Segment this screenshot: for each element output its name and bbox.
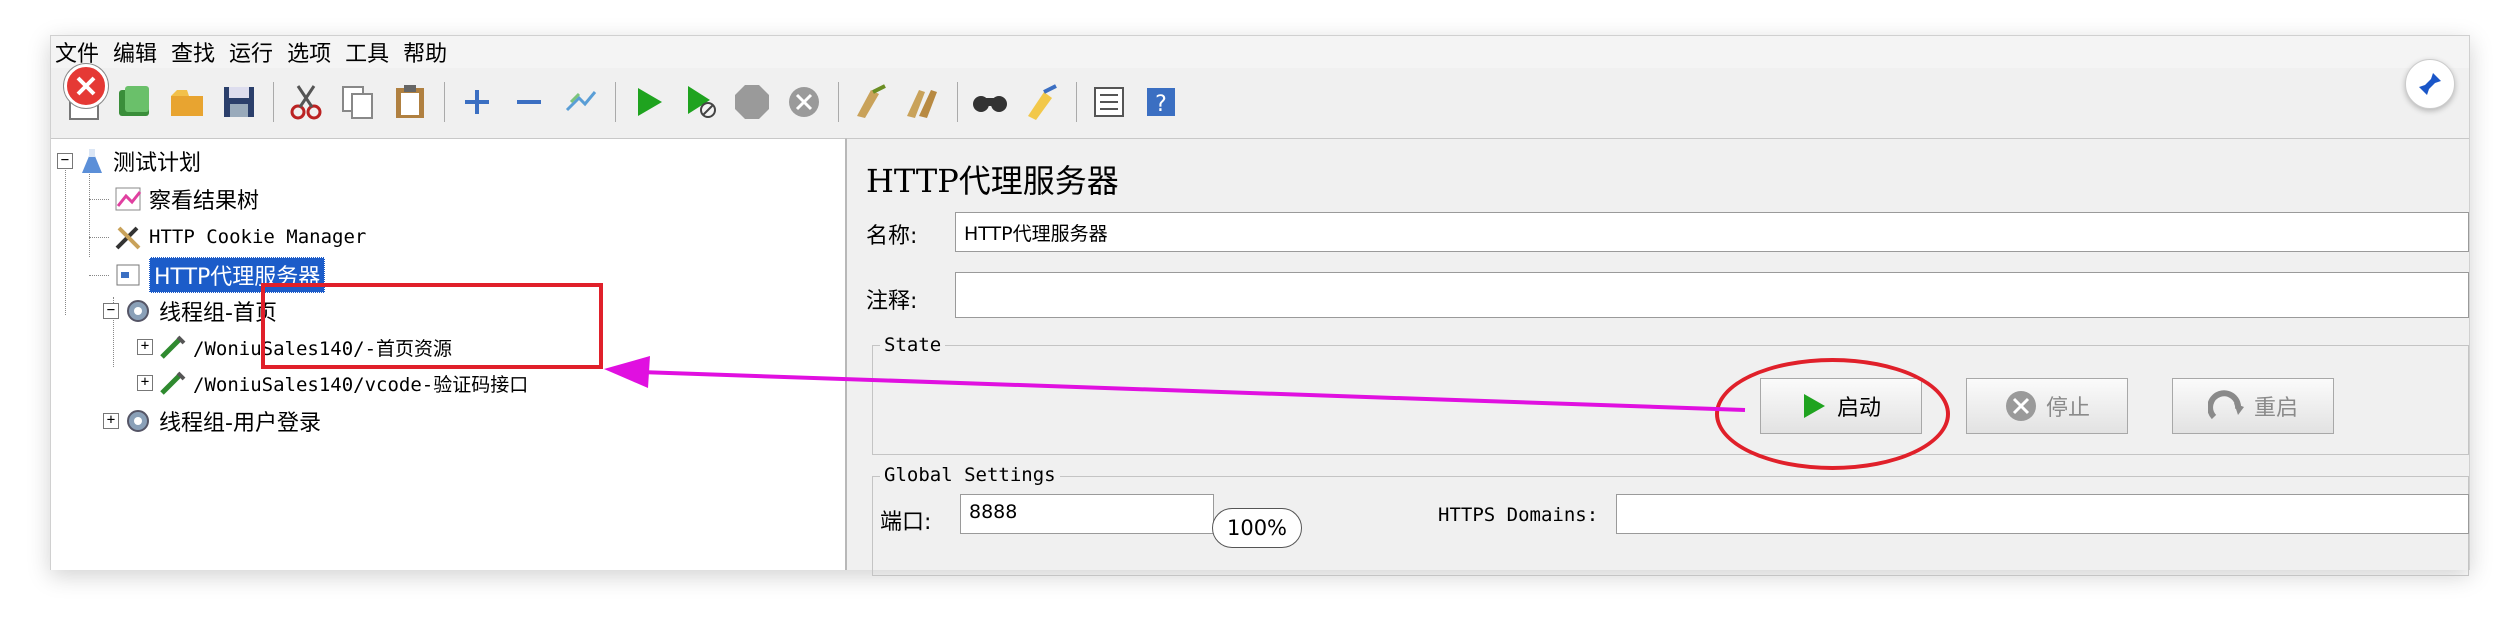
annotation-arrow [604,356,1746,412]
